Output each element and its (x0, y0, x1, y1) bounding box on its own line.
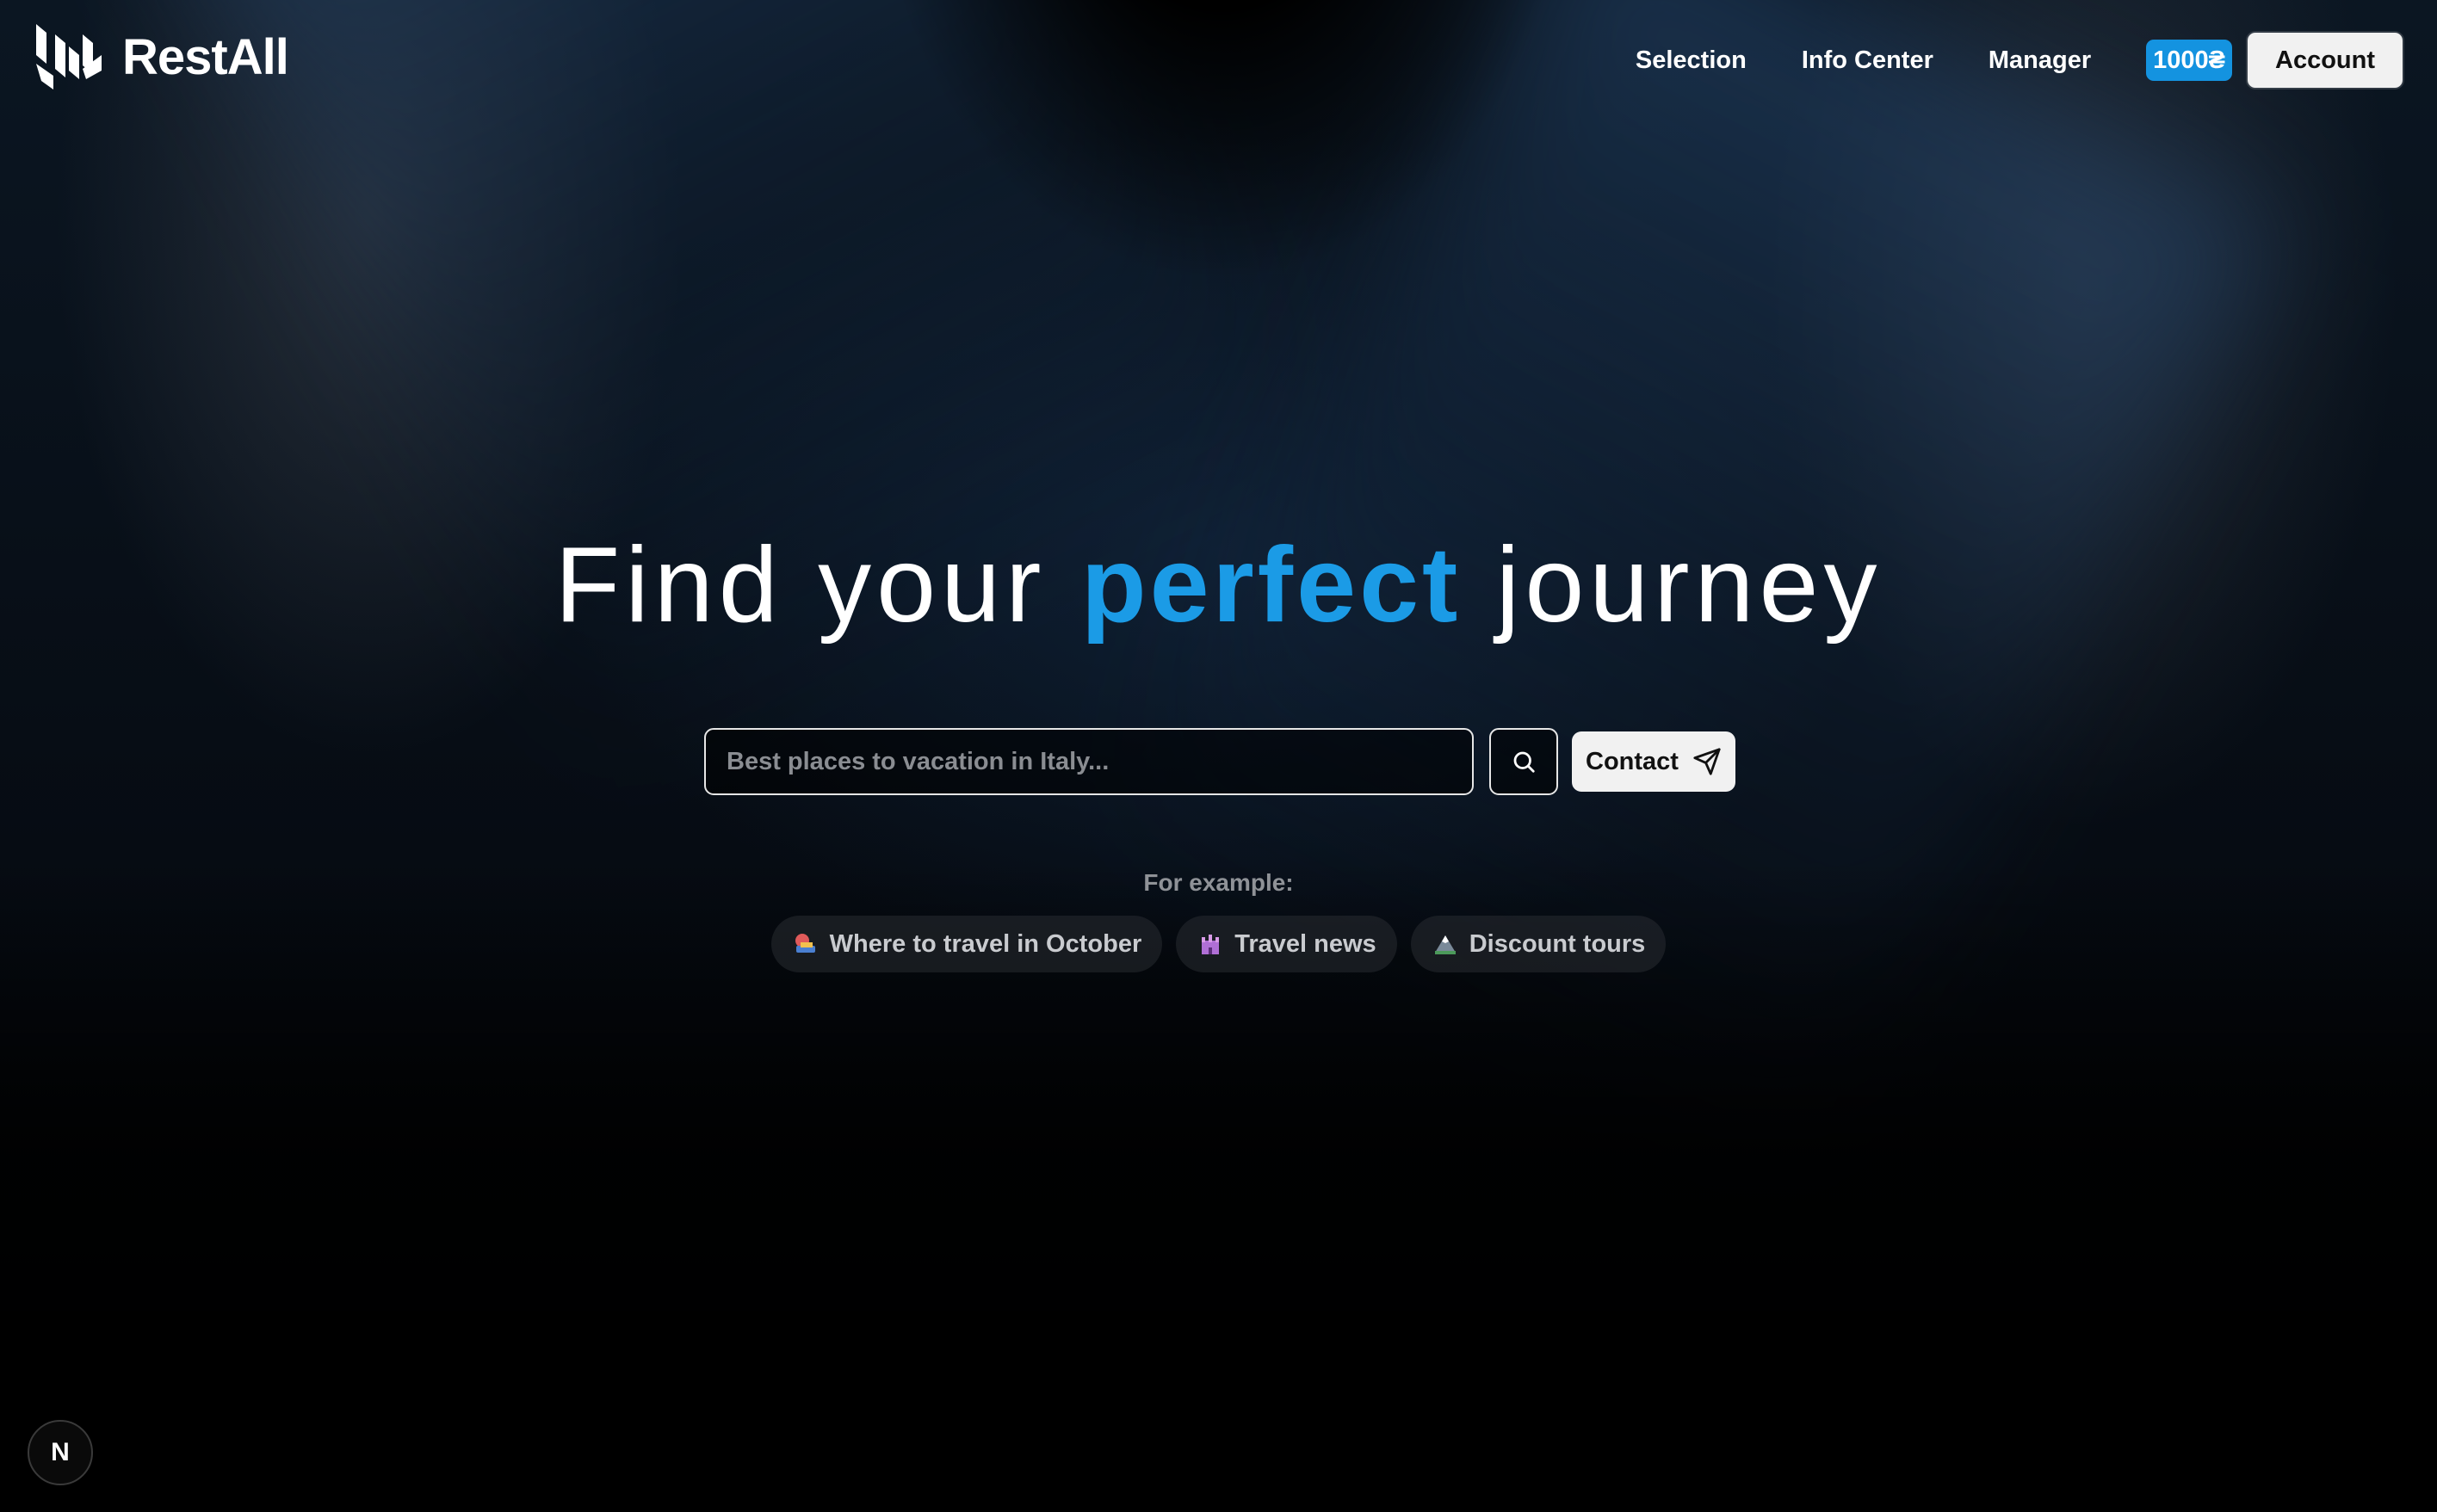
search-button[interactable] (1489, 728, 1558, 795)
nav-item-selection[interactable]: Selection (1636, 46, 1747, 75)
balance-badge[interactable]: 1000₴ (2146, 40, 2232, 81)
search-row: Contact (704, 727, 1735, 796)
example-chip-travel-news[interactable]: Travel news (1176, 916, 1397, 972)
example-chip-label: Travel news (1234, 929, 1376, 958)
contact-button[interactable]: Contact (1572, 731, 1735, 792)
search-input[interactable] (704, 728, 1474, 795)
travel-icon (795, 934, 815, 953)
background-light-beam-right (1006, 0, 2283, 1373)
example-chip-discount-tours[interactable]: Discount tours (1410, 916, 1667, 972)
examples-label: For example: (1143, 869, 1294, 896)
search-icon (1513, 751, 1535, 773)
example-chip-october[interactable]: Where to travel in October (770, 916, 1163, 972)
example-chip-label: Where to travel in October (829, 929, 1142, 958)
dev-tools-badge[interactable]: N (28, 1420, 93, 1485)
hero-title-start: Find your (554, 526, 1047, 645)
nav-item-manager[interactable]: Manager (1989, 46, 2091, 75)
logo[interactable]: RestAll (33, 21, 289, 93)
account-button[interactable]: Account (2248, 33, 2403, 88)
background-light-beam-left (129, 0, 1406, 978)
send-icon (1693, 748, 1721, 775)
castle-icon (1202, 935, 1220, 954)
dev-tools-badge-letter: N (51, 1438, 70, 1466)
contact-button-label: Contact (1586, 747, 1679, 775)
logo-text: RestAll (122, 28, 289, 85)
page: RestAll Selection Info Center Manager 10… (0, 0, 2437, 1512)
mountain-icon (1434, 935, 1456, 954)
example-chips: Where to travel in October Travel news D… (0, 916, 2437, 972)
nav-menu: Selection Info Center Manager 1000₴ Acco… (1636, 33, 2403, 88)
nav-item-info-center[interactable]: Info Center (1802, 46, 1933, 75)
hero-title-end: journey (1495, 526, 1883, 645)
restall-logo-icon (36, 24, 102, 89)
top-navigation-bar: RestAll Selection Info Center Manager 10… (0, 0, 2437, 115)
example-chip-label: Discount tours (1469, 929, 1646, 958)
hero-title: Find your perfect journey (0, 516, 2437, 654)
hero-title-accent: perfect (1080, 526, 1462, 645)
